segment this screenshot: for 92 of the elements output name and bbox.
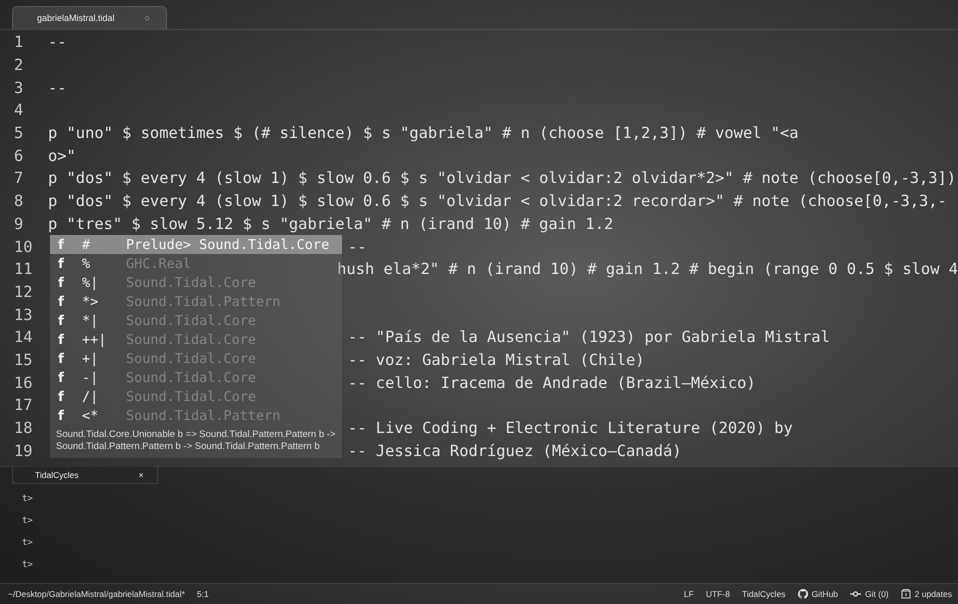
line-number: 11 — [13, 260, 34, 278]
function-type-label: f — [57, 256, 65, 272]
autocomplete-item[interactable]: f *> Sound.Tidal.Pattern — [50, 292, 342, 311]
cursor-position[interactable]: 5:1 — [196, 589, 209, 599]
line-number: 18 — [13, 419, 34, 438]
code-line: p "dos" $ every 4 (slow 1) $ slow 0.6 $ s "olvidar < olvidar:2 olvidar*2>" # note (choose[0,-3,3]) — [48, 169, 956, 188]
line-number: 15 — [13, 350, 34, 369]
module-label: Sound.Tidal.Core — [126, 350, 256, 366]
repl-prompt: t> — [22, 516, 34, 526]
code-line: ela*2" # n (irand 10) # gain 1.2 # begin (range 0 0.5 $ slow 4 — [384, 260, 958, 278]
function-type-label: f — [57, 332, 65, 348]
file-path: ~/Desktop/GabrielaMistral/gabrielaMistral.tidal* — [8, 589, 185, 599]
line-number: 3 — [13, 78, 24, 97]
autocomplete-item[interactable]: f +| Sound.Tidal.Core — [50, 349, 342, 368]
code-line: -- "País de la Ausencia" (1923) por Gabriela Mistral — [348, 328, 830, 346]
function-type-label: f — [57, 370, 65, 386]
octocat-icon — [798, 589, 808, 599]
tab-title: gabrielaMistral.tidal — [37, 13, 115, 23]
status-item[interactable]: 2 updates — [900, 589, 952, 599]
line-number: 12 — [13, 282, 34, 301]
modified-indicator: ○ — [144, 13, 150, 23]
repl-prompt: t> — [22, 538, 34, 548]
operator-label: ++| — [81, 332, 108, 348]
autocomplete-item[interactable]: f *| Sound.Tidal.Core — [50, 311, 342, 330]
code-line: p "uno" $ sometimes $ (# silence) $ s "gabriela" # n (choose [1,2,3]) # vowel "<a — [48, 124, 799, 142]
line-number: 6 — [13, 146, 24, 165]
autocomplete-item[interactable]: f ++| Sound.Tidal.Core — [50, 330, 342, 349]
line-number: 10 — [13, 238, 34, 256]
panel-tab[interactable]: TidalCycles × — [12, 466, 158, 484]
operator-label: /| — [81, 388, 100, 404]
module-label: Sound.Tidal.Pattern — [126, 294, 280, 310]
package-icon — [900, 589, 911, 599]
repl-prompt: t> — [22, 494, 34, 504]
code-line: o>" — [48, 146, 76, 165]
operator-label: *| — [81, 312, 100, 328]
type-signature: Sound.Tidal.Core.Unionable b => Sound.Tidal.Pattern.Pattern b -> Sound.Tidal.Pattern.Pattern b -> Sound.Tidal.Pattern.Pattern b — [55, 428, 336, 454]
function-type-label: f — [57, 350, 65, 366]
function-type-label: f — [57, 388, 65, 404]
function-type-label: f — [57, 274, 65, 290]
status-item[interactable]: LF — [684, 589, 694, 599]
status-item[interactable]: UTF-8 — [706, 589, 730, 599]
repl-prompt: t> — [22, 560, 34, 570]
module-label: Prelude> Sound.Tidal.Core — [126, 236, 330, 252]
line-number: 17 — [13, 396, 34, 414]
line-number: 5 — [13, 124, 24, 142]
code-line: -- — [48, 33, 67, 52]
status-item[interactable]: Git (0) — [850, 589, 889, 599]
line-number: 9 — [13, 214, 24, 233]
commit-icon — [850, 591, 862, 597]
panel-tab-title: TidalCycles — [35, 470, 79, 480]
operator-label: -| — [81, 370, 100, 386]
line-number: 16 — [13, 374, 34, 392]
code-line: p "tres" $ slow 5.12 $ s "gabriela" # n (irand 10) # gain 1.2 — [48, 214, 614, 233]
function-type-label: f — [57, 294, 65, 310]
line-number: 2 — [13, 56, 24, 74]
operator-label: %| — [81, 274, 100, 290]
file-tab[interactable]: gabrielaMistral.tidal ○ — [12, 6, 167, 29]
code-line: -- Jessica Rodríguez (México–Canadá) — [348, 442, 682, 460]
autocomplete-item[interactable]: f <* Sound.Tidal.Pattern — [50, 406, 342, 425]
module-label: Sound.Tidal.Core — [126, 274, 256, 290]
line-number: 19 — [13, 442, 34, 460]
module-label: Sound.Tidal.Core — [126, 370, 256, 386]
code-line: -- cello: Iracema de Andrade (Brazil–México) — [348, 374, 756, 392]
status-item[interactable]: TidalCycles — [742, 589, 786, 599]
code-line: -- — [48, 78, 67, 97]
function-type-label: f — [57, 408, 65, 424]
line-number: 4 — [13, 101, 24, 120]
line-number: 14 — [13, 328, 34, 346]
module-label: Sound.Tidal.Core — [126, 388, 256, 404]
code-line: -- — [348, 238, 367, 256]
code-line: -- Live Coding + Electronic Literature (2020) by — [348, 419, 793, 438]
operator-label: +| — [81, 350, 100, 366]
autocomplete-item[interactable]: f -| Sound.Tidal.Core — [50, 368, 342, 387]
autocomplete-item[interactable]: f /| Sound.Tidal.Core — [50, 387, 342, 406]
function-type-label: f — [57, 312, 65, 328]
module-label: Sound.Tidal.Core — [126, 312, 256, 328]
line-number: 7 — [13, 169, 24, 188]
line-number: 8 — [13, 192, 24, 210]
operator-label: <* — [81, 408, 100, 424]
close-icon[interactable]: × — [138, 470, 144, 480]
operator-label: # — [81, 236, 92, 252]
function-type-label: f — [57, 236, 65, 252]
operator-label: % — [81, 256, 92, 272]
status-item[interactable]: GitHub — [798, 589, 838, 599]
code-line: -- voz: Gabriela Mistral (Chile) — [348, 350, 645, 369]
module-label: GHC.Real — [126, 256, 192, 272]
module-label: Sound.Tidal.Core — [126, 332, 256, 348]
code-line: p "dos" $ every 4 (slow 1) $ slow 0.6 $ s "olvidar < olvidar:2 recordar>" # note (choose[0,-3,3,- — [48, 192, 947, 210]
module-label: Sound.Tidal.Pattern — [126, 408, 280, 424]
operator-label: *> — [81, 294, 100, 310]
line-number: 1 — [13, 33, 24, 52]
line-number: 13 — [13, 306, 34, 324]
